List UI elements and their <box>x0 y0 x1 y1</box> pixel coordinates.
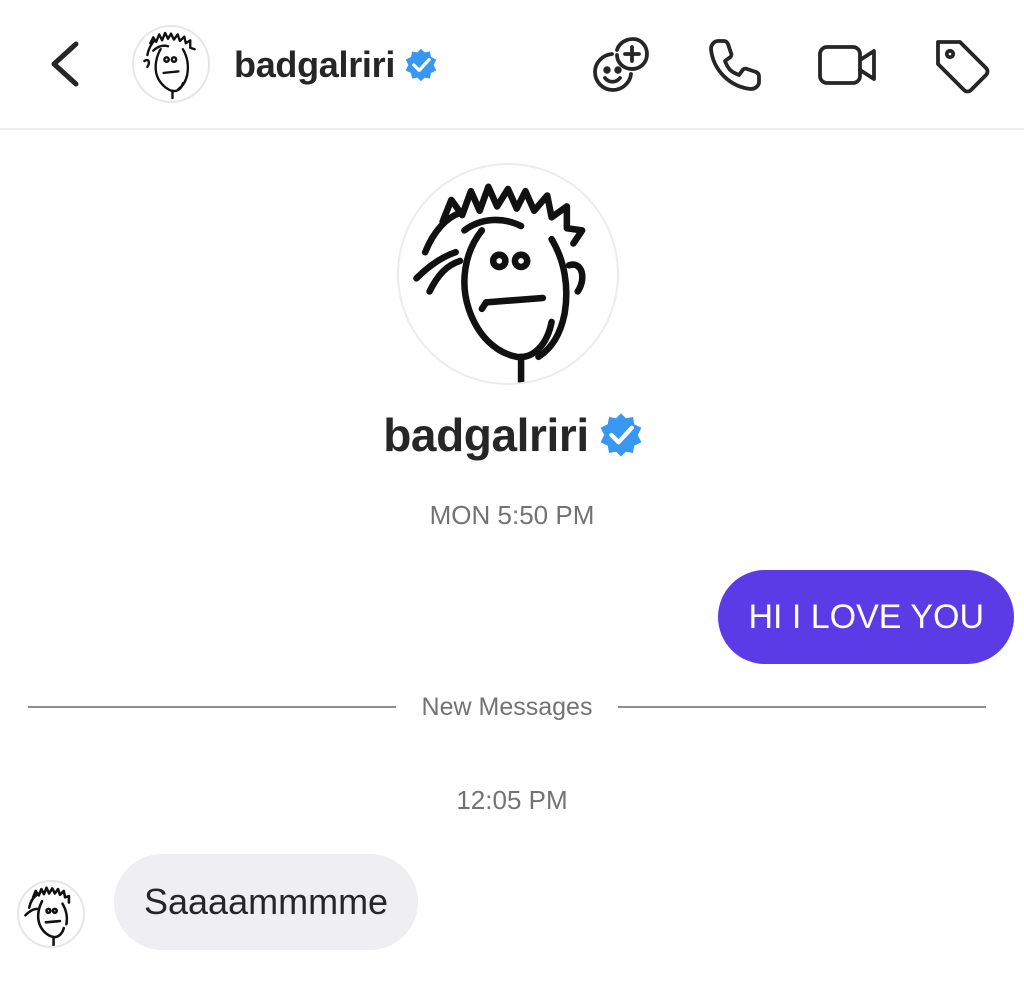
header-username: badgalriri <box>234 44 396 85</box>
new-messages-divider: New Messages <box>28 690 986 724</box>
video-camera-icon <box>818 45 876 85</box>
stickers-add-icon <box>593 37 649 92</box>
avatar-doodle-image <box>413 183 586 383</box>
header-username-link[interactable]: badgalriri <box>234 40 439 90</box>
message-timestamp: MON 5:50 PM <box>429 500 595 530</box>
tag-button[interactable] <box>930 34 992 96</box>
avatar-doodle-image <box>143 31 196 100</box>
verified-badge-icon <box>600 413 642 457</box>
sender-avatar[interactable] <box>17 880 85 948</box>
video-call-button[interactable] <box>816 34 878 96</box>
add-sticker-button[interactable] <box>590 34 652 96</box>
new-messages-label: New Messages <box>421 692 593 721</box>
divider-line-right <box>618 706 986 708</box>
tag-icon <box>936 40 990 94</box>
divider-line-left <box>28 706 396 708</box>
phone-icon <box>709 39 761 91</box>
sent-message-bubble[interactable]: HI I LOVE YOU <box>718 570 1014 664</box>
profile-avatar[interactable] <box>397 163 619 385</box>
profile-username-row: badgalriri <box>0 408 1024 462</box>
message-timestamp: 12:05 PM <box>456 785 568 815</box>
profile-username: badgalriri <box>383 409 589 461</box>
audio-call-button[interactable] <box>704 34 766 96</box>
back-chevron-icon <box>51 41 79 87</box>
received-message-bubble[interactable]: Saaaammmme <box>114 854 419 950</box>
avatar-doodle-image <box>24 886 71 946</box>
verified-badge-icon <box>405 48 437 82</box>
back-button[interactable] <box>40 36 92 92</box>
header-avatar[interactable] <box>132 25 210 103</box>
chat-header: badgalriri <box>0 0 1024 130</box>
